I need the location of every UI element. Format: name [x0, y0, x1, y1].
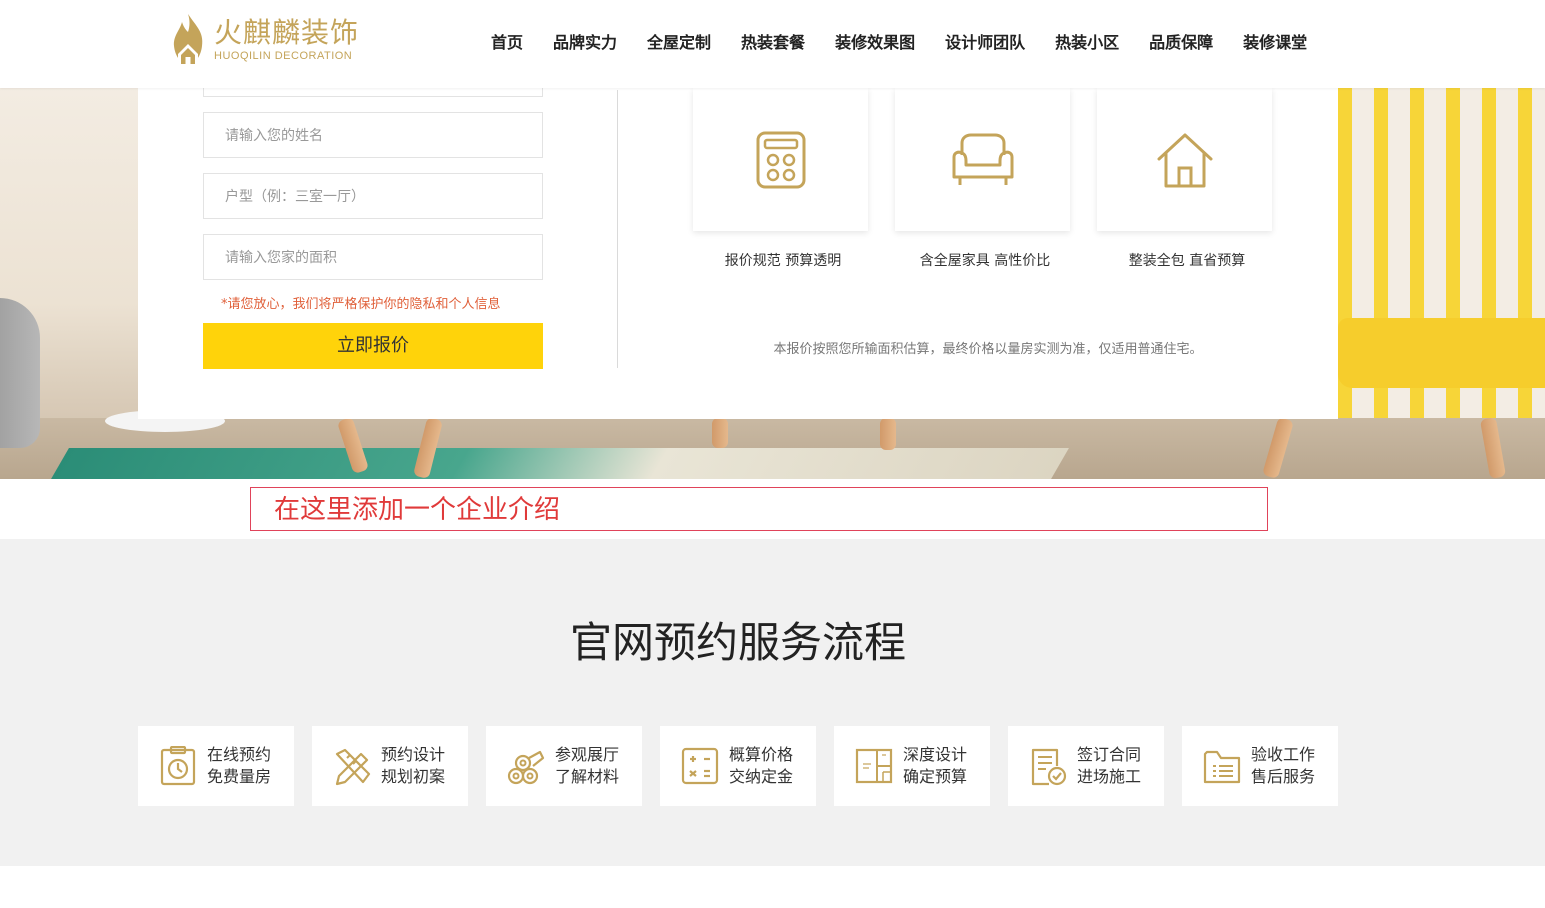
feature-label-fullpackage: 整装全包 直省预算 [1128, 253, 1246, 269]
clock-icon [160, 746, 196, 786]
step-line1: 概算价格 [729, 745, 794, 764]
site-header: 火麒麟装饰 HUOQILIN DECORATION 首页 品牌实力 全屋定制 热… [0, 0, 1545, 88]
calculator-icon [681, 747, 719, 785]
feature-card-furniture [895, 88, 1070, 231]
sofa-icon [952, 133, 1013, 185]
service-process-section: 官网预约服务流程 在线预约 免费量房 预约设计 规划初案 参观展厅 了解材料 概… [0, 539, 1545, 866]
step-line2: 免费量房 [207, 767, 272, 786]
step-line1: 预约设计 [381, 745, 446, 764]
nav-item-renderings[interactable]: 装修效果图 [835, 30, 915, 56]
process-step-contract[interactable]: 签订合同 进场施工 [1008, 726, 1164, 806]
step-line1: 签订合同 [1077, 745, 1142, 764]
step-line2: 确定预算 [903, 767, 968, 786]
feature-label-furniture: 含全屋家具 高性价比 [919, 253, 1051, 269]
process-step-estimate[interactable]: 概算价格 交纳定金 [660, 726, 816, 806]
brand-name-cn: 火麒麟装饰 [214, 16, 360, 49]
nav-item-custom[interactable]: 全屋定制 [647, 30, 711, 56]
hero-table-leg [712, 418, 728, 448]
step-line2: 规划初案 [381, 767, 446, 786]
process-step-booking[interactable]: 在线预约 免费量房 [138, 726, 294, 806]
main-nav: 首页 品牌实力 全屋定制 热装套餐 装修效果图 设计师团队 热装小区 品质保障 … [476, 30, 1322, 56]
floorplan-icon [855, 748, 893, 784]
card-divider [617, 90, 618, 368]
feature-label-pricing: 报价规范 预算透明 [724, 253, 842, 269]
quote-form-card: 请输入您的姓名 户型（例：三室一厅） 请输入您家的面积 *请您放心，我们将严格保… [138, 88, 1338, 419]
brand-logo[interactable]: 火麒麟装饰 HUOQILIN DECORATION [168, 12, 368, 68]
nav-item-home[interactable]: 首页 [491, 30, 523, 56]
flame-house-logo-icon [173, 14, 203, 66]
input-field-partial[interactable] [203, 88, 543, 97]
ruler-pencil-icon [335, 748, 371, 786]
calculator-icon [756, 131, 805, 188]
step-line1: 参观展厅 [555, 745, 620, 764]
process-step-design[interactable]: 预约设计 规划初案 [312, 726, 468, 806]
hero-rug [51, 448, 1069, 479]
step-line1: 在线预约 [207, 745, 272, 764]
contract-check-icon [1031, 748, 1067, 786]
area-input[interactable]: 请输入您家的面积 [203, 234, 543, 280]
nav-item-designers[interactable]: 设计师团队 [945, 30, 1025, 56]
privacy-note: *请您放心，我们将严格保护你的隐私和个人信息 [221, 297, 501, 312]
nav-item-classroom[interactable]: 装修课堂 [1243, 30, 1307, 56]
step-line1: 验收工作 [1251, 745, 1316, 764]
house-icon [1157, 133, 1212, 187]
hero-chair-seat [1338, 318, 1545, 388]
feature-card-pricing [693, 88, 868, 231]
quote-disclaimer: 本报价按照您所输面积估算，最终价格以量房实测为准，仅适用普通住宅。 [773, 342, 1203, 357]
company-intro-placeholder: 在这里添加一个企业介绍 [250, 487, 1268, 531]
nav-item-communities[interactable]: 热装小区 [1055, 30, 1119, 56]
hero-vase [0, 298, 40, 448]
layout-input[interactable]: 户型（例：三室一厅） [203, 173, 543, 219]
step-line1: 深度设计 [903, 745, 968, 764]
name-input[interactable]: 请输入您的姓名 [203, 112, 543, 158]
material-rolls-icon [507, 750, 545, 785]
submit-quote-button[interactable]: 立即报价 [203, 323, 543, 369]
nav-item-brand[interactable]: 品牌实力 [553, 30, 617, 56]
process-step-acceptance[interactable]: 验收工作 售后服务 [1182, 726, 1338, 806]
step-line2: 售后服务 [1251, 767, 1316, 786]
hero-table-leg [880, 418, 896, 450]
folder-list-icon [1203, 750, 1241, 784]
brand-name-en: HUOQILIN DECORATION [214, 50, 353, 62]
process-step-deep-design[interactable]: 深度设计 确定预算 [834, 726, 990, 806]
nav-item-quality[interactable]: 品质保障 [1149, 30, 1213, 56]
process-step-showroom[interactable]: 参观展厅 了解材料 [486, 726, 642, 806]
company-intro-text: 在这里添加一个企业介绍 [274, 495, 561, 525]
step-line2: 交纳定金 [729, 767, 794, 786]
nav-item-packages[interactable]: 热装套餐 [741, 30, 805, 56]
process-title: 官网预约服务流程 [569, 618, 906, 667]
step-line2: 进场施工 [1077, 767, 1142, 786]
step-line2: 了解材料 [555, 767, 620, 786]
feature-card-fullpackage [1097, 88, 1272, 231]
